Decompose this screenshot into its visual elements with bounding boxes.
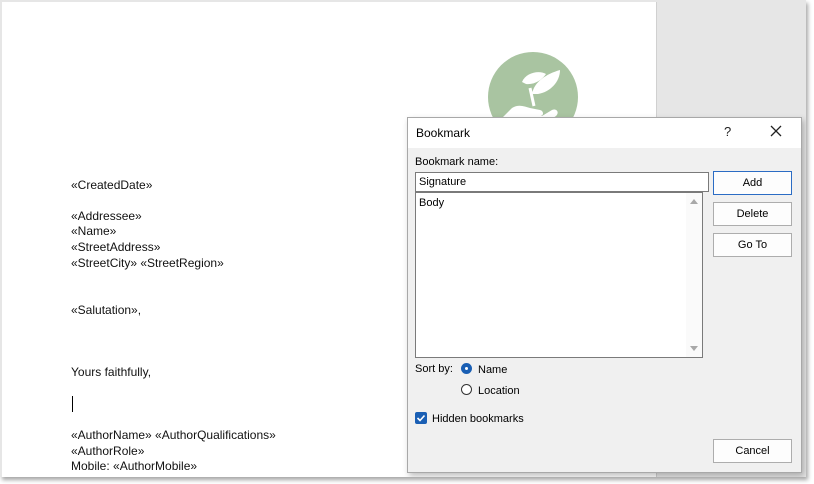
scroll-up-icon[interactable] — [690, 199, 698, 204]
dialog-title: Bookmark — [416, 126, 471, 140]
list-scrollbar[interactable] — [686, 193, 702, 357]
doc-line-created-date: «CreatedDate» — [71, 178, 153, 192]
cancel-button[interactable]: Cancel — [713, 439, 792, 463]
doc-line-salutation: «Salutation», — [71, 303, 142, 317]
close-icon[interactable] — [768, 123, 784, 139]
go-to-button[interactable]: Go To — [713, 233, 792, 257]
sort-location-radio[interactable] — [461, 384, 472, 395]
sort-name-radio[interactable] — [461, 363, 472, 374]
delete-button[interactable]: Delete — [713, 202, 792, 226]
hidden-bookmarks-checkbox[interactable] — [415, 412, 427, 424]
help-button[interactable]: ? — [724, 124, 731, 139]
doc-line-author-role: «AuthorRole» — [71, 444, 145, 458]
doc-line-street-city: «StreetCity» «StreetRegion» — [71, 256, 224, 270]
text-cursor — [72, 396, 73, 412]
cancel-button-label: Cancel — [735, 445, 770, 457]
word-window: «CreatedDate» «Addressee» «Name» «Street… — [0, 0, 806, 477]
add-button[interactable]: Add — [713, 171, 792, 195]
add-button-label: Add — [742, 177, 763, 189]
list-item[interactable]: Body — [419, 197, 444, 209]
doc-line-author-mobile: Mobile: «AuthorMobile» — [71, 459, 198, 473]
sort-location-label[interactable]: Location — [478, 385, 520, 397]
go-to-button-label: Go To — [737, 239, 768, 251]
sort-by-label: Sort by: — [415, 363, 453, 375]
doc-line-street-address: «StreetAddress» — [71, 240, 161, 254]
doc-line-addressee: «Addressee» — [71, 209, 142, 223]
delete-button-label: Delete — [736, 208, 769, 220]
bookmark-dialog: Bookmark ? Bookmark name: Body Add Delet… — [407, 117, 802, 473]
bookmark-name-input[interactable] — [415, 172, 709, 192]
checkmark-icon — [416, 414, 426, 422]
scroll-down-icon[interactable] — [690, 346, 698, 351]
sort-name-label[interactable]: Name — [478, 364, 507, 376]
bookmark-list[interactable]: Body — [415, 192, 703, 358]
doc-line-author-name: «AuthorName» «AuthorQualifications» — [71, 428, 276, 442]
doc-line-name: «Name» — [71, 224, 117, 238]
dialog-titlebar[interactable]: Bookmark ? — [408, 118, 801, 148]
bookmark-name-label: Bookmark name: — [415, 156, 499, 168]
hidden-bookmarks-label[interactable]: Hidden bookmarks — [432, 413, 524, 425]
doc-line-closing: Yours faithfully, — [71, 365, 152, 379]
